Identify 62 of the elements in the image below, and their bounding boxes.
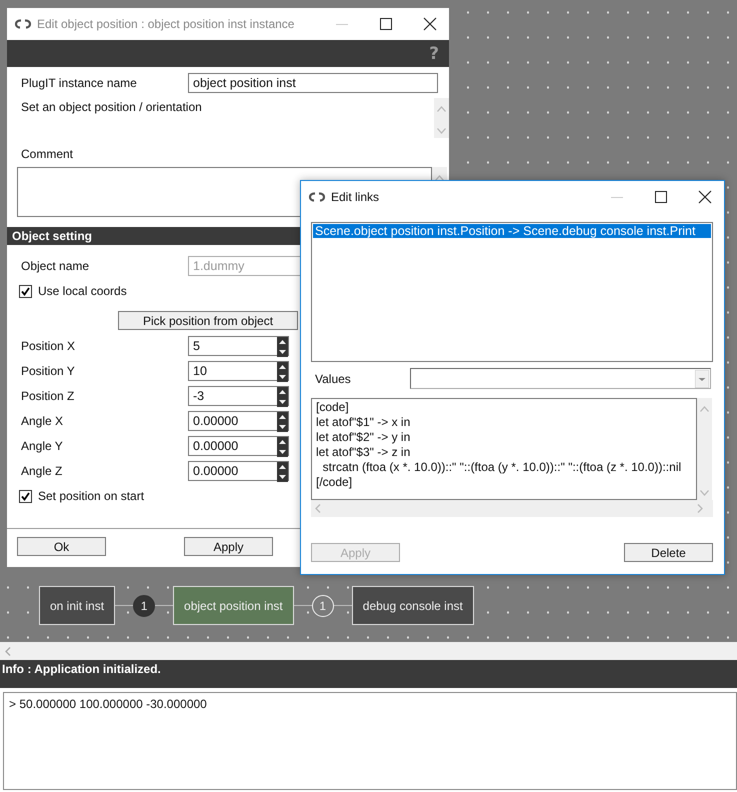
number-spinner[interactable]: 10 (188, 361, 289, 381)
checkbox[interactable] (19, 490, 32, 502)
checkbox[interactable] (19, 284, 32, 298)
link-list[interactable]: Scene.object position inst.Position -> Scene.debug console inst.Print (311, 222, 713, 362)
number-spinner[interactable]: 5 (188, 336, 289, 356)
field-label: Angle Y (21, 439, 64, 453)
dialog-button[interactable]: Apply (184, 537, 273, 556)
console-line: > 50.000000 100.000000 -30.000000 (9, 697, 207, 711)
field-label: Angle X (21, 414, 64, 428)
close-icon[interactable] (698, 190, 712, 204)
close-icon[interactable] (423, 17, 437, 31)
code-line: let atof"$3" -> z in (316, 445, 410, 460)
description-text: Set an object position / orientation (21, 99, 202, 116)
link-count[interactable]: 1 (133, 594, 156, 616)
spin-arrows-icon[interactable] (277, 437, 288, 457)
maximize-icon[interactable] (379, 17, 393, 31)
check-icon (21, 492, 30, 500)
field-label: Position X (21, 339, 76, 353)
checkbox-label: Set position on start (38, 489, 144, 503)
spin-arrows-icon[interactable] (277, 387, 288, 407)
checkbox-label: Use local coords (38, 284, 127, 298)
scroll-up-icon[interactable] (435, 175, 444, 181)
spin-arrows-icon[interactable] (277, 362, 288, 382)
help-button[interactable]: ? (429, 44, 439, 64)
app-logo-icon (309, 192, 325, 202)
field-label: Angle Z (21, 464, 64, 478)
number-spinner[interactable]: -3 (188, 386, 289, 406)
pick-button[interactable]: Pick position from object (118, 311, 298, 330)
comment-label: Comment (20, 147, 74, 161)
info-message: Info : Application initialized. (2, 662, 161, 676)
spin-arrows-icon[interactable] (277, 462, 288, 482)
number-spinner[interactable]: 0.00000 (188, 411, 289, 431)
field-label: Object name (21, 259, 90, 273)
code-line: [code] (316, 400, 349, 415)
number-spinner[interactable]: 0.00000 (188, 436, 289, 456)
maximize-icon[interactable] (654, 190, 668, 204)
code-line: strcatn (ftoa (x *. 10.0))::" "::(ftoa (y *. 10.0))::" "::(ftoa (z *. 10.0))::nil (322, 460, 682, 475)
field-label: PlugIT instance name (21, 76, 138, 90)
dropdown-arrow-icon[interactable] (695, 370, 709, 388)
number-spinner[interactable]: 0.00000 (188, 461, 289, 481)
code-line: let atof"$2" -> y in (316, 430, 410, 445)
code-line: [/code] (316, 475, 352, 490)
code-line: let atof"$1" -> x in (316, 415, 410, 430)
spin-arrows-icon[interactable] (277, 412, 288, 432)
values-label: Values (314, 372, 352, 386)
field-label: Position Y (21, 364, 76, 378)
code-editor[interactable]: [code] let atof"$1" -> x in let atof"$2" -> y in let atof"$3" -> z in strcatn (ftoa (x *. 10.0))::" "::(ftoa (y *. 10.0))::" "::(ftoa (z *. 10.0))::nil [/code] (311, 398, 697, 500)
dialog-button[interactable]: Ok (17, 537, 106, 556)
window-title: Edit object position : object position inst instance (37, 17, 294, 31)
graph-node[interactable]: object position inst (173, 586, 294, 625)
window-title: Edit links (331, 190, 380, 204)
dialog-button[interactable]: Delete (624, 543, 713, 562)
values-dropdown[interactable] (410, 368, 711, 389)
field-label: Position Z (21, 389, 76, 403)
check-icon (21, 286, 30, 296)
spin-arrows-icon[interactable] (277, 337, 288, 357)
graph-node[interactable]: on init inst (39, 586, 116, 625)
link-item[interactable]: Scene.object position inst.Position -> Scene.debug console inst.Print (313, 224, 711, 238)
graph-node[interactable]: debug console inst (352, 586, 474, 625)
link-count[interactable]: 1 (312, 594, 334, 616)
app-logo-icon (15, 19, 31, 29)
text-field[interactable]: object position inst (188, 73, 438, 93)
